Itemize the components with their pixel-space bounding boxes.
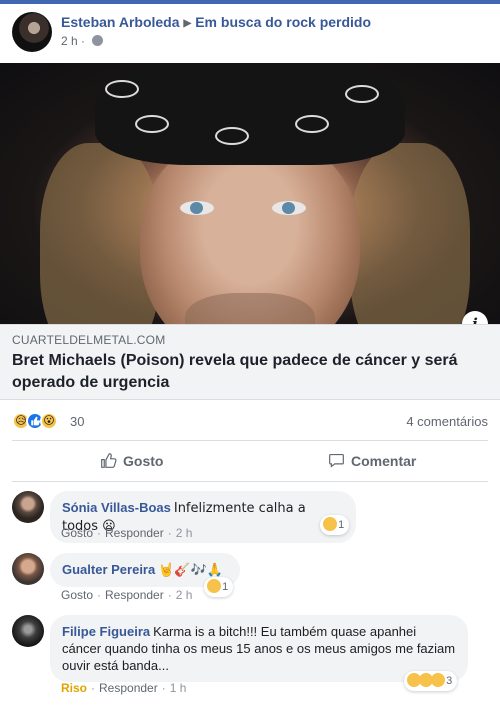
comment-time[interactable]: 1 h: [170, 681, 187, 695]
bandana-pattern: [295, 115, 329, 133]
comment-actions: Gosto · Responder · 2 h: [61, 588, 193, 602]
comment-time[interactable]: 2 h: [176, 526, 193, 540]
triangle-right-icon: ▶: [183, 18, 192, 29]
link-source: CUARTELDELMETAL.COM: [12, 333, 166, 347]
sad-reaction-icon: [323, 517, 337, 531]
comment-reaction-count: 1: [222, 581, 229, 593]
comment-reaction-count: 1: [338, 519, 345, 531]
author-name-link[interactable]: Esteban Arboleda: [61, 14, 180, 30]
sad-reaction-icon: [207, 579, 221, 593]
bandana-pattern: [215, 127, 249, 145]
reaction-summary[interactable]: 😥 😮 30 4 comentários: [12, 410, 488, 432]
comment-actions: Gosto · Responder · 2 h: [61, 526, 193, 540]
comment-reaction-summary[interactable]: 1: [204, 577, 234, 597]
comment-bubble: Filipe Figueira Karma is a bitch!!! Eu ta…: [50, 615, 468, 682]
comment-button[interactable]: Comentar: [328, 452, 416, 469]
comment-reply-link[interactable]: Responder: [99, 681, 158, 695]
commenter-name[interactable]: Filipe Figueira: [62, 624, 150, 639]
comment-actions: Riso · Responder · 1 h: [61, 681, 187, 695]
comment-time[interactable]: 2 h: [176, 588, 193, 602]
commenter-name[interactable]: Sónia Villas-Boas: [62, 500, 171, 515]
link-title[interactable]: Bret Michaels (Poison) revela que padece…: [12, 350, 482, 394]
globe-icon: [92, 35, 104, 46]
comment-reaction-summary[interactable]: 1: [320, 515, 350, 535]
eye-left: [180, 201, 214, 215]
thumbs-up-icon: [101, 453, 117, 468]
link-preview[interactable]: CUARTELDELMETAL.COM Bret Michaels (Poiso…: [0, 324, 500, 400]
author-line: Esteban Arboleda ▶ Em busca do rock perdid…: [61, 14, 371, 30]
hair-right: [350, 143, 470, 325]
link-preview-image[interactable]: [0, 63, 500, 325]
comments-count[interactable]: 4 comentários: [406, 414, 488, 429]
bandana-pattern: [105, 80, 139, 98]
comment-button-label: Comentar: [351, 453, 417, 469]
comment-text: 🤘🎸🎶🙏: [158, 563, 223, 578]
wow-reaction-icon: 😮: [40, 412, 58, 430]
post-meta: 2 h ·: [61, 34, 104, 48]
divider: [12, 481, 488, 482]
comment-reply-link[interactable]: Responder: [105, 588, 164, 602]
comment-icon: [329, 453, 344, 468]
post-header: Esteban Arboleda ▶ Em busca do rock perdid…: [12, 12, 488, 52]
comment-like-link[interactable]: Riso: [61, 681, 87, 695]
comment-like-link[interactable]: Gosto: [61, 526, 93, 540]
commenter-avatar[interactable]: [12, 615, 44, 647]
eye-right: [272, 201, 306, 215]
post-time[interactable]: 2 h: [61, 34, 78, 48]
comment-like-link[interactable]: Gosto: [61, 588, 93, 602]
group-name-link[interactable]: Em busca do rock perdido: [195, 14, 371, 30]
commenter-avatar[interactable]: [12, 491, 44, 523]
commenter-name[interactable]: Gualter Pereira: [62, 562, 155, 577]
comment-reaction-count: 3: [446, 675, 453, 687]
reactions-count[interactable]: 30: [70, 414, 84, 429]
beard: [185, 293, 315, 325]
commenter-avatar[interactable]: [12, 553, 44, 585]
sad-reaction-icon: [431, 673, 445, 687]
bandana-pattern: [135, 115, 169, 133]
bandana: [95, 63, 405, 165]
comment-reaction-summary[interactable]: 3: [404, 671, 458, 691]
author-avatar[interactable]: [12, 12, 52, 52]
like-button-label: Gosto: [123, 453, 164, 469]
like-button[interactable]: Gosto: [100, 452, 163, 469]
post-actions: Gosto Comentar: [12, 444, 488, 480]
comment-reply-link[interactable]: Responder: [105, 526, 164, 540]
bandana-pattern: [345, 85, 379, 103]
divider: [12, 440, 488, 441]
top-accent-bar: [0, 0, 500, 4]
